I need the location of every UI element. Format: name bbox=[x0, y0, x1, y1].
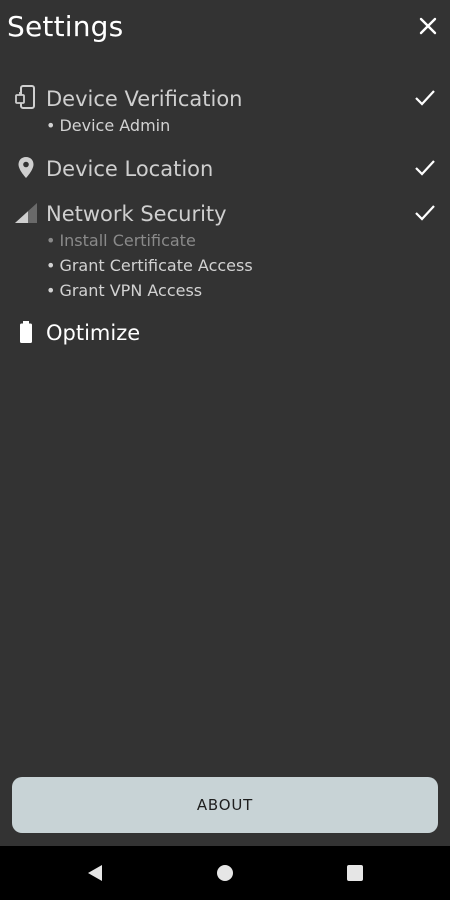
section-optimize[interactable]: Optimize bbox=[0, 317, 450, 349]
recents-icon bbox=[347, 865, 363, 881]
checkmark-icon bbox=[412, 85, 438, 111]
section-network-security[interactable]: Network Security • Install Certificate • G… bbox=[0, 198, 450, 305]
app-header: Settings bbox=[0, 0, 450, 56]
section-device-verification[interactable]: Device Verification • Device Admin bbox=[0, 83, 450, 140]
close-button[interactable] bbox=[414, 12, 442, 40]
home-button[interactable] bbox=[213, 861, 237, 885]
battery-icon bbox=[14, 320, 38, 344]
section-label: Device Verification bbox=[46, 87, 243, 111]
system-nav-bar bbox=[0, 846, 450, 900]
list-item: • Device Admin bbox=[46, 116, 171, 135]
back-icon bbox=[88, 865, 102, 881]
phone-admin-icon bbox=[14, 85, 38, 110]
list-item: • Install Certificate bbox=[46, 231, 196, 250]
about-button[interactable]: ABOUT bbox=[12, 777, 438, 833]
page-title: Settings bbox=[7, 10, 124, 43]
section-label: Device Location bbox=[46, 157, 214, 181]
location-pin-icon bbox=[14, 156, 38, 180]
list-item: • Grant Certificate Access bbox=[46, 256, 253, 275]
signal-icon bbox=[14, 201, 38, 225]
section-device-location[interactable]: Device Location bbox=[0, 153, 450, 185]
list-item: • Grant VPN Access bbox=[46, 281, 203, 300]
back-button[interactable] bbox=[83, 861, 107, 885]
close-icon bbox=[419, 17, 437, 35]
checkmark-icon bbox=[412, 200, 438, 226]
checkmark-icon bbox=[412, 155, 438, 181]
recents-button[interactable] bbox=[343, 861, 367, 885]
section-label: Network Security bbox=[46, 202, 227, 226]
section-label: Optimize bbox=[46, 321, 141, 345]
home-icon bbox=[217, 865, 233, 881]
